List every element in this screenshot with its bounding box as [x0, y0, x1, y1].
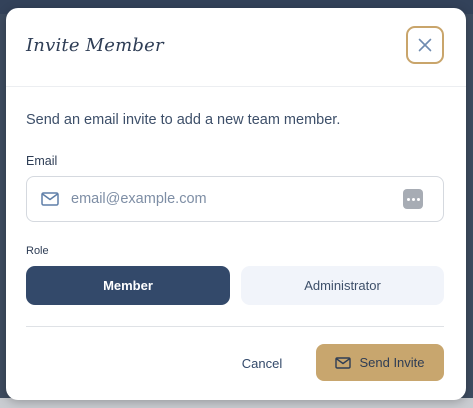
- role-option-member[interactable]: Member: [26, 266, 230, 305]
- modal-title: Invite Member: [26, 35, 164, 56]
- send-invite-label: Send Invite: [359, 355, 425, 370]
- invite-member-dialog: Invite Member Send an email invite to ad…: [6, 8, 466, 400]
- dialog-description: Send an email invite to add a new team m…: [26, 112, 341, 128]
- modal-header: Invite Member: [6, 8, 466, 87]
- footer-divider: [26, 326, 444, 327]
- send-invite-button[interactable]: Send Invite: [316, 344, 444, 381]
- email-input[interactable]: [71, 189, 391, 209]
- email-label: Email: [26, 154, 58, 168]
- mail-icon: [41, 192, 59, 206]
- role-label: Role: [26, 245, 49, 257]
- cancel-button[interactable]: Cancel: [232, 345, 292, 381]
- role-option-administrator[interactable]: Administrator: [241, 266, 444, 305]
- close-button[interactable]: [406, 26, 444, 64]
- autofill-dots-icon[interactable]: [403, 189, 423, 209]
- email-field[interactable]: [26, 176, 444, 222]
- close-icon: [418, 38, 432, 52]
- mail-icon: [335, 356, 352, 369]
